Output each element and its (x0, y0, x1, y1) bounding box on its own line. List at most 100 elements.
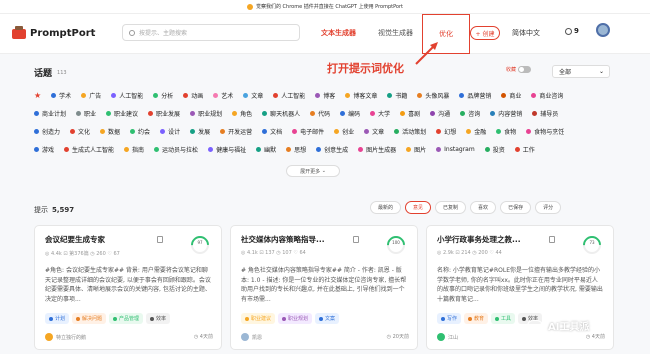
topic-tag[interactable]: 广告 (81, 91, 101, 100)
topic-tag[interactable]: 博客 (315, 91, 335, 100)
card-tag[interactable]: 职业规划 (278, 313, 313, 324)
topic-tag[interactable]: 图片生成器 (358, 145, 396, 154)
topic-tag[interactable]: 工作 (514, 145, 535, 154)
sort-button[interactable]: 意见 (405, 201, 432, 214)
topic-tag[interactable]: 文档 (262, 127, 282, 136)
topic-tag[interactable]: 生成式人工智能 (64, 145, 114, 154)
topic-tag[interactable]: 动画 (183, 91, 203, 100)
topic-tag[interactable]: 学术 (51, 91, 71, 100)
topic-tag[interactable]: 沟通 (430, 109, 450, 118)
topic-tag[interactable]: 创意生成 (316, 145, 348, 154)
topic-tag[interactable]: 投资 (484, 145, 505, 154)
topic-tag[interactable]: 编码 (340, 109, 360, 118)
topic-tag[interactable]: 运动员与拉松 (154, 145, 198, 154)
topic-filter-select[interactable]: 全部 ⌄ (552, 65, 610, 78)
create-button[interactable]: + 创建 (470, 26, 500, 40)
card-tag[interactable]: 解决问题 (72, 313, 107, 324)
topic-tag[interactable]: 商业 (501, 91, 521, 100)
topic-tag[interactable]: 幽默 (256, 145, 276, 154)
topic-tag[interactable]: 代码 (310, 109, 330, 118)
card-title[interactable]: 社交媒体内容策略指导... (241, 234, 351, 245)
sort-button[interactable]: 评分 (535, 201, 562, 214)
topic-tag[interactable]: 喜剧 (400, 109, 420, 118)
topic-tag[interactable]: Instagram (436, 146, 475, 153)
copy-icon[interactable] (157, 236, 163, 243)
prompt-card[interactable]: 社交媒体内容策略指导... 100 ◎ 4.1k ⊡ 137 ◷ 107 ♡ 6… (230, 225, 418, 350)
topic-tag[interactable]: 食物 (496, 127, 516, 136)
card-tag[interactable]: 教育 (464, 313, 489, 324)
topic-tag[interactable]: 创造力 (34, 127, 60, 136)
topic-tag[interactable]: 文化 (70, 127, 90, 136)
topic-tag[interactable]: 咨询 (460, 109, 480, 118)
topic-tag[interactable]: 分析 (153, 91, 173, 100)
toggle-switch[interactable] (518, 66, 532, 73)
nav-text-generator[interactable]: 文本生成器 (321, 28, 356, 38)
sort-button[interactable]: 喜欢 (470, 201, 497, 214)
topic-tag[interactable]: 商业计划 (34, 109, 66, 118)
topic-tag[interactable]: 人工智能 (111, 91, 143, 100)
topic-tag[interactable]: 金融 (466, 127, 486, 136)
copy-icon[interactable] (549, 236, 555, 243)
card-author[interactable]: 凯恩 (241, 333, 262, 341)
favorites-toggle[interactable]: 收藏 (506, 66, 532, 73)
topic-tag[interactable]: 职业发展 (148, 109, 180, 118)
sort-button[interactable]: 最新的 (370, 201, 402, 214)
topic-tag[interactable]: 大学 (370, 109, 390, 118)
card-author[interactable]: 江山 (437, 333, 458, 341)
topic-tag[interactable]: 电子邮件 (292, 127, 324, 136)
card-tag[interactable]: 文案 (315, 313, 340, 324)
topic-tag[interactable]: 职业规划 (190, 109, 222, 118)
star-icon[interactable]: ★ (34, 91, 41, 100)
topic-tag[interactable]: 思想 (286, 145, 306, 154)
credit-count[interactable]: 9 (565, 27, 579, 35)
topic-tag[interactable]: 人工智能 (273, 91, 305, 100)
language-select[interactable]: 简体中文 (512, 28, 540, 38)
card-tag[interactable]: 职业建议 (241, 313, 276, 324)
topic-tag[interactable]: 职业建议 (106, 109, 138, 118)
topic-tag[interactable]: 书籍 (387, 91, 407, 100)
expand-more-button[interactable]: 展开更多 ⌄ (286, 165, 340, 177)
topic-tag[interactable]: 约会 (130, 127, 150, 136)
avatar[interactable] (596, 23, 610, 37)
topic-tag[interactable]: 商业咨询 (531, 91, 563, 100)
topic-tag[interactable]: 博客文章 (345, 91, 377, 100)
card-tag[interactable]: 效率 (146, 313, 171, 324)
topic-tag[interactable]: 图片 (406, 145, 426, 154)
topic-tag[interactable]: 辅导员 (532, 109, 558, 118)
card-tag[interactable]: 工具 (491, 313, 516, 324)
topic-tag[interactable]: 数据 (100, 127, 120, 136)
topic-tag[interactable]: 活动策划 (394, 127, 426, 136)
announcement-bar[interactable]: 觉察我们的 Chrome 插件并直接在 ChatGPT 上使用 PromptPo… (0, 0, 650, 14)
logo[interactable]: PromptPort (12, 25, 95, 39)
sort-button[interactable]: 已复制 (435, 201, 467, 214)
topic-tag[interactable]: 食物与烹饪 (526, 127, 564, 136)
sort-button[interactable]: 已保存 (500, 201, 532, 214)
search-input[interactable]: 按提示、主题搜索 (122, 24, 300, 41)
topic-tag[interactable]: 幻想 (436, 127, 456, 136)
prompt-card[interactable]: 会议纪要生成专家 97 ◎ 4.4k ⊡ 第376篇 ◷ 260 ♡ 67 #角… (34, 225, 222, 350)
topic-tag[interactable]: 头像风暴 (417, 91, 449, 100)
card-tag[interactable]: 计划 (45, 313, 70, 324)
copy-icon[interactable] (353, 236, 359, 243)
card-tag[interactable]: 写作 (437, 313, 462, 324)
topic-tag[interactable]: 品牌营销 (459, 91, 491, 100)
topic-tag[interactable]: 聊天机器人 (262, 109, 300, 118)
card-tag[interactable]: 产品管理 (109, 313, 144, 324)
nav-image-generator[interactable]: 视觉生成器 (378, 28, 413, 38)
topic-tag[interactable]: 艺术 (213, 91, 233, 100)
topic-tag[interactable]: 健康与福祉 (208, 145, 246, 154)
topic-tag[interactable]: 文章 (364, 127, 384, 136)
topic-tag[interactable]: 角色 (232, 109, 252, 118)
card-title[interactable]: 会议纪要生成专家 (45, 234, 155, 245)
topic-tag[interactable]: 职业 (76, 109, 96, 118)
topic-tag[interactable]: 指南 (124, 145, 144, 154)
topic-tag[interactable]: 创业 (334, 127, 354, 136)
topic-tag[interactable]: 内容营销 (490, 109, 522, 118)
topic-tag[interactable]: 发展 (190, 127, 210, 136)
card-author[interactable]: 特立独行的鹅 (45, 333, 86, 341)
topic-tag[interactable]: 开发运营 (220, 127, 252, 136)
topic-tag[interactable]: 文章 (243, 91, 263, 100)
card-title[interactable]: 小学行政事务处理之教... (437, 234, 547, 245)
topic-tag[interactable]: 游戏 (34, 145, 54, 154)
topic-tag[interactable]: 设计 (160, 127, 180, 136)
